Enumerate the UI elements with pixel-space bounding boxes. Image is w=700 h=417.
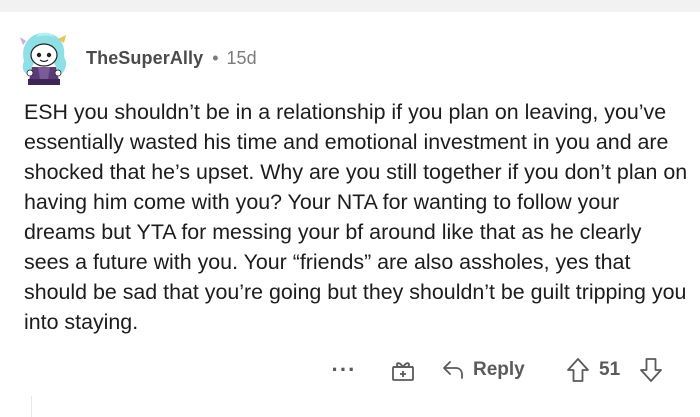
more-options-button[interactable]: ··· xyxy=(329,352,359,388)
award-icon[interactable] xyxy=(391,358,415,382)
top-separator-band xyxy=(0,0,700,12)
thread-line xyxy=(31,396,32,417)
downvote-arrow-icon[interactable] xyxy=(638,357,664,383)
upvote-arrow-icon[interactable] xyxy=(565,357,591,383)
comment-body: ESH you shouldn’t be in a relationship i… xyxy=(24,100,688,334)
reply-button[interactable]: Reply xyxy=(442,356,525,384)
comment-author[interactable]: TheSuperAlly xyxy=(86,48,203,69)
more-options-icon: ··· xyxy=(331,357,357,382)
comment-actions: ··· Reply 51 xyxy=(0,352,700,388)
comment-header: TheSuperAlly • 15d xyxy=(14,26,257,90)
snoo-avatar-icon[interactable] xyxy=(14,27,74,89)
vote-score: 51 xyxy=(599,359,621,380)
reply-arrow-icon xyxy=(443,361,463,379)
reply-label: Reply xyxy=(473,359,525,380)
comment-age: 15d xyxy=(226,47,257,68)
meta-separator: • xyxy=(212,47,219,68)
